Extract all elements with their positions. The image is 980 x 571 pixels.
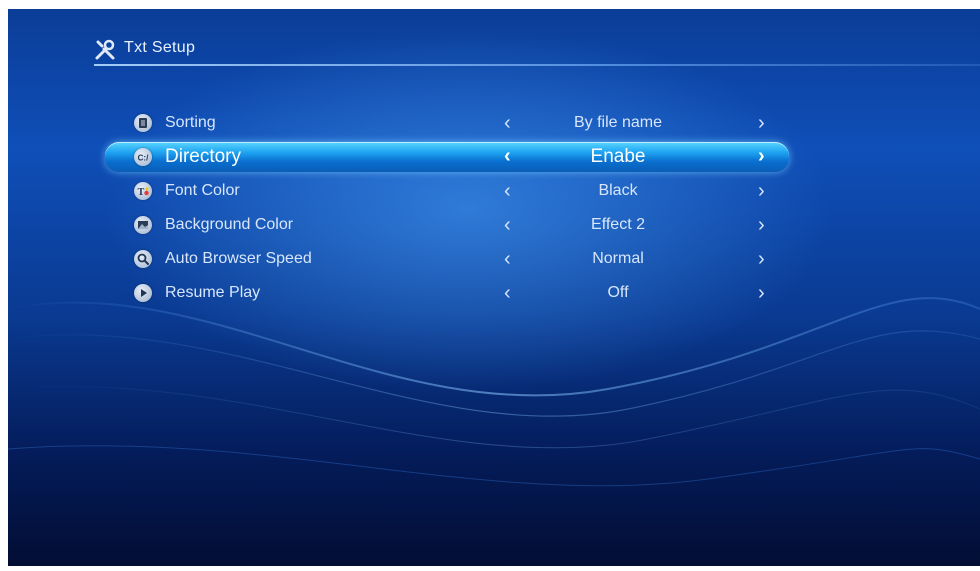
setting-label: Auto Browser Speed: [165, 250, 312, 267]
tools-icon: [94, 39, 116, 61]
setting-label: Directory: [165, 146, 242, 167]
setting-label: Font Color: [165, 182, 240, 199]
chevron-right-icon[interactable]: ›: [758, 112, 765, 135]
setting-value: Black: [598, 182, 638, 199]
chevron-left-icon[interactable]: ‹: [504, 180, 511, 203]
setting-label: Background Color: [165, 216, 294, 233]
setting-value: Off: [607, 284, 629, 301]
title-bar: Txt Setup: [78, 35, 980, 65]
chevron-left-icon[interactable]: ‹: [504, 145, 511, 168]
setting-row-directory[interactable]: C:/ Directory ‹ Enabe ›: [8, 140, 980, 174]
chevron-right-icon[interactable]: ›: [758, 214, 765, 237]
setting-row-auto-browser-speed[interactable]: Auto Browser Speed ‹ Normal ›: [8, 242, 980, 276]
magnifier-icon: [134, 250, 152, 268]
setting-label: Resume Play: [165, 284, 261, 301]
setting-row-resume-play[interactable]: Resume Play ‹ Off ›: [8, 276, 980, 310]
setting-row-font-color[interactable]: T Font Color ‹ Black ›: [8, 174, 980, 208]
setting-value: By file name: [573, 114, 663, 131]
svg-text:C:/: C:/: [138, 154, 149, 163]
chevron-left-icon[interactable]: ‹: [504, 214, 511, 237]
page-title: Txt Setup: [124, 39, 196, 56]
setting-value: Effect 2: [591, 216, 645, 233]
chevron-right-icon[interactable]: ›: [758, 248, 765, 271]
play-icon: [134, 284, 152, 302]
chevron-right-icon[interactable]: ›: [758, 145, 765, 168]
picture-icon: [134, 216, 152, 234]
chevron-left-icon[interactable]: ‹: [504, 112, 511, 135]
setting-label: Sorting: [165, 114, 216, 131]
font-color-icon: T: [134, 182, 152, 200]
chevron-right-icon[interactable]: ›: [758, 180, 765, 203]
chevron-right-icon[interactable]: ›: [758, 282, 765, 305]
directory-icon: C:/: [134, 148, 152, 166]
setting-value: Normal: [592, 250, 644, 267]
setting-row-background-color[interactable]: Background Color ‹ Effect 2 ›: [8, 208, 980, 242]
chevron-left-icon[interactable]: ‹: [504, 282, 511, 305]
settings-screen: Txt Setup Sorting ‹ By file name › C:/ D…: [8, 9, 980, 566]
title-divider: [94, 64, 980, 66]
chevron-left-icon[interactable]: ‹: [504, 248, 511, 271]
document-icon: [134, 114, 152, 132]
setting-value: Enabe: [590, 146, 646, 167]
svg-text:T: T: [138, 187, 145, 198]
setting-row-sorting[interactable]: Sorting ‹ By file name ›: [8, 106, 980, 140]
